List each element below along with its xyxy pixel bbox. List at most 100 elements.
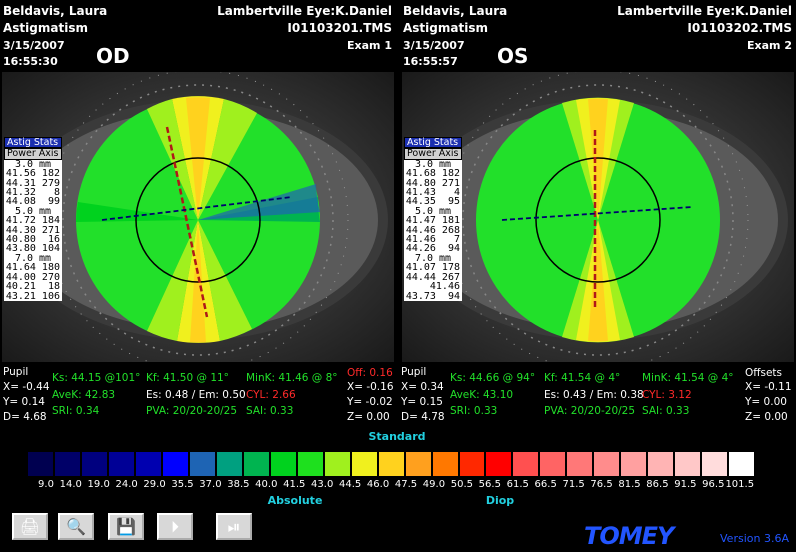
pupil-y: Y= 0.14 [3,396,45,408]
patient-name: Beldavis, Laura [3,4,108,18]
clinic-name: Lambertville Eye:K.Daniel [217,4,392,18]
playback-icon: ⏵ [170,516,179,536]
scale-tick: 86.5 [646,479,669,490]
scale-tick: 47.5 [394,479,418,490]
od-panel: Beldavis, Laura Lambertville Eye:K.Danie… [0,0,396,364]
playback-button[interactable]: ⏵ [157,513,193,540]
pva-value: PVA: 20/20-20/25 [146,405,238,417]
scale-tick: 66.5 [534,479,557,490]
pupil-x: X= 0.34 [401,381,444,393]
scale-swatch [701,451,729,477]
astig-stats-button[interactable]: Astig Stats [404,137,462,149]
pupil-d: D= 4.78 [401,411,445,423]
scale-swatch [80,451,108,477]
scale-swatch [593,451,621,477]
preview-button[interactable]: 🔍 [58,513,94,540]
mink-value: MinK: 41.54 @ 4° [642,372,734,384]
exam-date: 3/15/2007 [3,39,65,52]
scale-tick: 38.5 [227,479,250,490]
scale-swatch [296,451,324,477]
zone-row: 43.73 94 [405,290,460,302]
sri-value: SRI: 0.34 [52,405,100,417]
scale-swatch [323,451,351,477]
version-label: Version 3.6A [720,532,789,545]
scale-tick: 96.5 [702,479,725,490]
scale-tick: 14.0 [59,479,82,490]
diop-label: Diop [485,494,515,507]
map-type: Astigmatism [403,21,488,35]
eye-label: OD [96,44,130,68]
zone-row: 43.21 106 [5,290,60,302]
scale-tick: 76.5 [590,479,613,490]
scale-swatch [728,451,756,477]
kf-value: Kf: 41.50 @ 11° [146,372,229,384]
scale-tick: 46.0 [366,479,390,490]
os-panel: Beldavis, Laura Lambertville Eye:K.Danie… [400,0,796,364]
scale-tick: 40.0 [255,479,278,490]
file-name: I01103201.TMS [287,21,392,35]
pupil-label: Pupil [401,366,427,378]
scale-swatch [485,451,513,477]
compare-button[interactable]: ⏯ [216,513,252,540]
offset-x: X= -0.16 [347,381,394,393]
astig-stats-button[interactable]: Astig Stats [4,137,62,149]
scale-tick: 9.0 [38,479,54,490]
scale-swatch [269,451,297,477]
color-scale[interactable] [27,451,756,477]
scale-swatch [215,451,243,477]
exam-time: 16:55:57 [403,55,458,68]
pupil-d: D= 4.68 [3,411,47,423]
file-name: I01103202.TMS [687,21,792,35]
scale-tick: 50.5 [450,479,473,490]
pupil-label: Pupil [3,366,29,378]
scale-swatch [647,451,675,477]
printer-icon: 🖨 [19,517,41,536]
scale-swatch [161,451,189,477]
tomey-logo: TOMEY [584,522,674,550]
sri-value: SRI: 0.33 [450,405,498,417]
pupil-y: Y= 0.15 [401,396,443,408]
ks-value: Ks: 44.15 @101° [52,372,141,384]
scale-tick: 43.0 [311,479,334,490]
scale-tick: 24.0 [115,479,138,490]
scale-swatch [674,451,702,477]
scale-swatch [431,451,459,477]
scale-swatch [350,451,378,477]
avek-value: AveK: 43.10 [450,389,514,401]
avek-value: AveK: 42.83 [52,389,116,401]
scale-tick: 35.5 [171,479,194,490]
mink-value: MinK: 41.46 @ 8° [246,372,338,384]
map-type: Astigmatism [3,21,88,35]
es-em-value: Es: 0.43 / Em: 0.38 [544,389,644,401]
print-button[interactable]: 🖨 [12,513,48,540]
offset-x: X= -0.11 [745,381,792,393]
pva-value: PVA: 20/20-20/25 [544,405,636,417]
pupil-x: X= -0.44 [3,381,50,393]
offset-z: Z= 0.00 [347,411,390,423]
clinic-name: Lambertville Eye:K.Daniel [617,4,792,18]
scale-swatch [404,451,432,477]
scale-tick: 44.5 [338,479,362,490]
scale-tick: 56.5 [478,479,501,490]
scale-tick: 81.5 [618,479,641,490]
scale-swatch [188,451,216,477]
scale-tick: 41.5 [283,479,306,490]
offsets-label: Offsets [745,367,783,379]
save-button[interactable]: 💾 [108,513,144,540]
sai-value: SAI: 0.33 [246,405,294,417]
es-em-value: Es: 0.48 / Em: 0.50 [146,389,246,401]
scale-swatch [27,451,54,477]
astig-stats-panel: Astig Stats Power Axis 3.0 mm 41.68 182 … [404,137,462,301]
scale-tick: 49.0 [422,479,446,490]
kf-value: Kf: 41.54 @ 4° [544,372,621,384]
astig-stats-panel: Astig Stats Power Axis 3.0 mm 41.56 182 … [4,137,62,301]
scale-tick: 29.0 [143,479,166,490]
disk-icon: 💾 [116,517,136,536]
scale-swatch [242,451,270,477]
sai-value: SAI: 0.33 [642,405,690,417]
scale-tick: 91.5 [674,479,697,490]
offset-z: Z= 0.00 [745,411,788,423]
scale-swatch [377,451,405,477]
scale-ticks: 9.0 14.0 19.0 24.0 29.0 35.5 37.0 38.5 40.0 41.5 4… [27,479,755,493]
offset-y: Y= 0.00 [745,396,787,408]
